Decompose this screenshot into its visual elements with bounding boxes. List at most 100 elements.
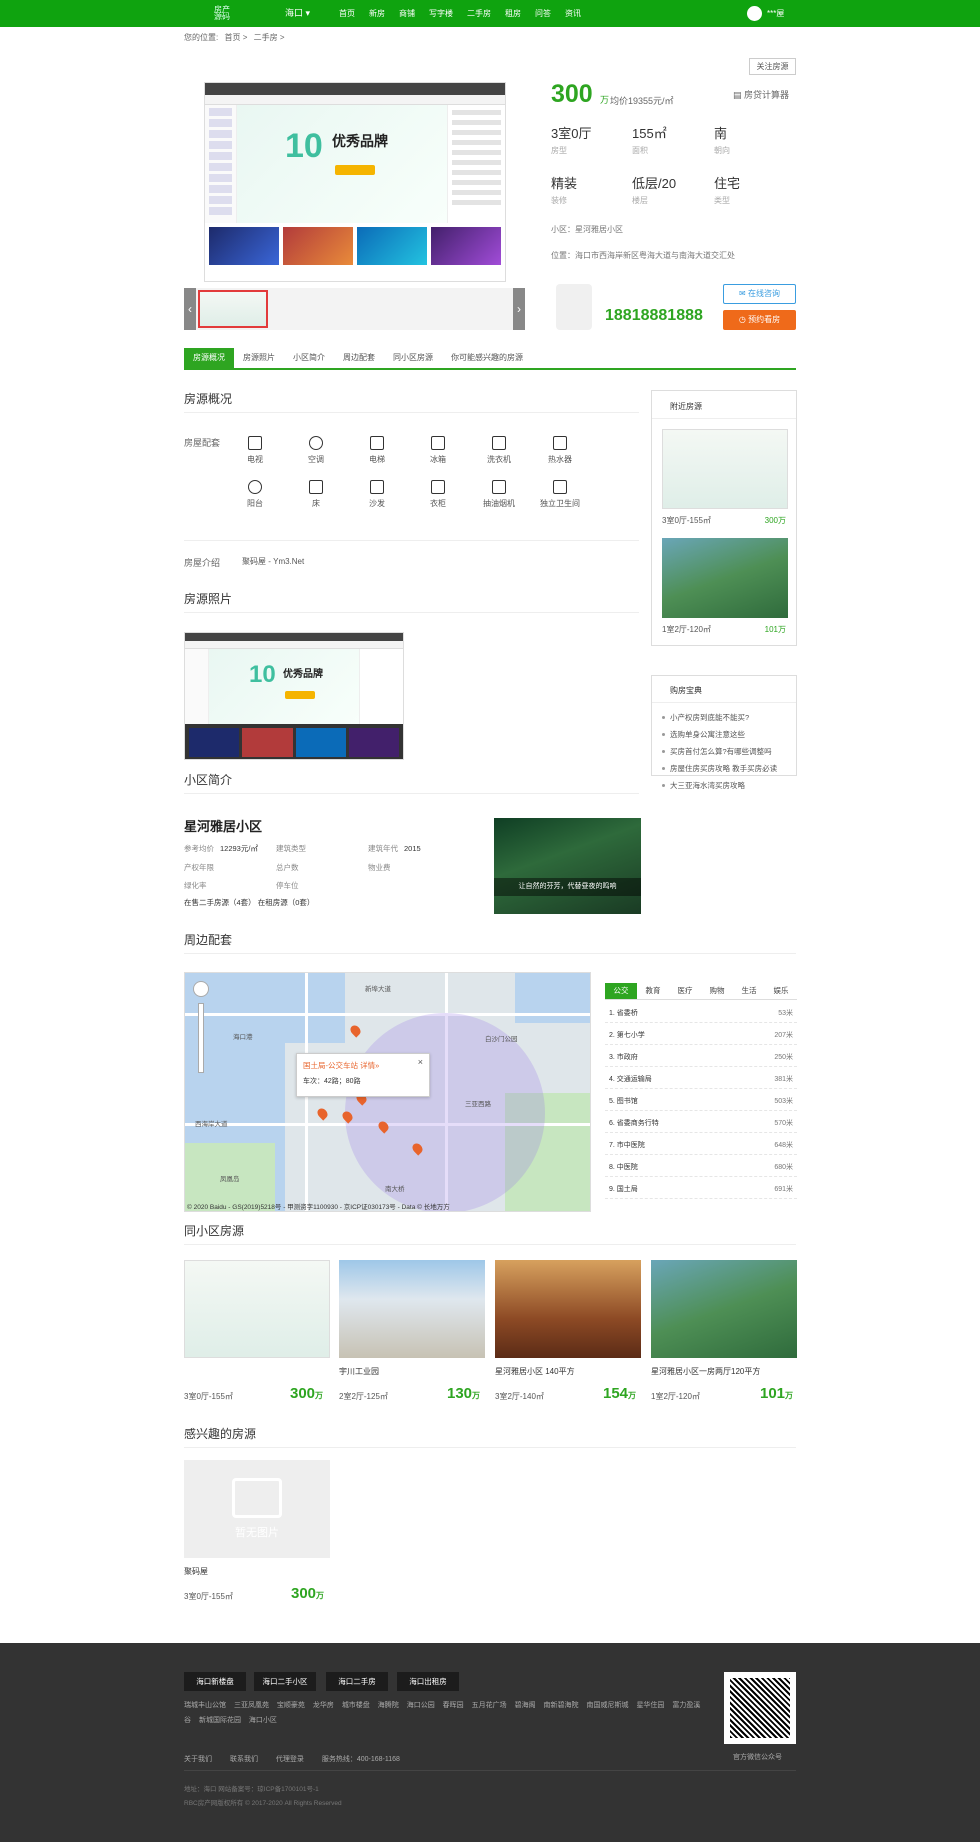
listing-card-image[interactable] bbox=[339, 1260, 485, 1358]
nav-item-offices[interactable]: 写字楼 bbox=[422, 0, 460, 27]
footer-link[interactable]: 碧海阁 bbox=[515, 1702, 536, 1709]
footer-link[interactable]: 南新碧海院 bbox=[544, 1702, 579, 1709]
nav-item-home[interactable]: 首页 bbox=[332, 0, 362, 27]
listing-card-price: 130万 bbox=[447, 1385, 481, 1402]
listing-card-title[interactable]: 星河雅居小区 140平方 bbox=[495, 1366, 575, 1377]
surroundings-map[interactable]: 国土局-公交车站 详情» 车次：42路；80路 × 新埠大道 海口港 白沙门公园… bbox=[184, 972, 591, 1212]
nav-item-new-homes[interactable]: 新房 bbox=[362, 0, 392, 27]
community-name[interactable]: 星河雅居小区 bbox=[184, 816, 262, 835]
breadcrumb-second-hand[interactable]: 二手房 > bbox=[254, 33, 285, 42]
poi-row[interactable]: 7. 市中医院 648米 bbox=[605, 1136, 797, 1155]
listing-community[interactable]: 小区：星河雅居小区 bbox=[551, 224, 623, 235]
footer-link[interactable]: 海口公园 bbox=[407, 1702, 435, 1709]
tab-same-community[interactable]: 同小区房源 bbox=[384, 348, 442, 368]
footer-link[interactable]: 瑞城丰山公馆 bbox=[184, 1702, 226, 1709]
listing-photo[interactable]: 10 优秀品牌 bbox=[184, 632, 404, 760]
footer-link[interactable]: 南国威尼斯城 bbox=[586, 1702, 628, 1709]
mortgage-calculator-link[interactable]: ▤ 房贷计算器 bbox=[733, 88, 789, 101]
tab-photos[interactable]: 房源照片 bbox=[234, 348, 284, 368]
community-image[interactable]: 让自然的芬芳，代替昼夜的鸣响 bbox=[494, 818, 641, 914]
listing-card-image[interactable] bbox=[495, 1260, 641, 1358]
footer-link[interactable]: 宝顺豪苑 bbox=[277, 1702, 305, 1709]
city-selector[interactable]: 海口 ▾ bbox=[285, 0, 310, 27]
map-pan-control[interactable] bbox=[193, 981, 209, 997]
listing-card-title[interactable]: 星河雅居小区一房两厅120平方 bbox=[651, 1366, 760, 1377]
tab-overview[interactable]: 房源概况 bbox=[184, 348, 234, 368]
nav-item-qa[interactable]: 问答 bbox=[528, 0, 558, 27]
poi-row[interactable]: 8. 中医院 680米 bbox=[605, 1158, 797, 1177]
thumb-prev-arrow[interactable]: ‹ bbox=[184, 288, 196, 330]
poi-tab-life[interactable]: 生活 bbox=[733, 983, 765, 999]
listing-card-image[interactable] bbox=[651, 1260, 797, 1358]
listing-card-image[interactable] bbox=[184, 1260, 330, 1358]
poi-row[interactable]: 3. 市政府 250米 bbox=[605, 1048, 797, 1067]
no-image-placeholder[interactable]: 暂无图片 bbox=[184, 1460, 330, 1558]
footer-link[interactable]: 海腾院 bbox=[378, 1702, 399, 1709]
nav-item-second-hand[interactable]: 二手房 bbox=[460, 0, 498, 27]
user-name[interactable]: ***屋 bbox=[767, 0, 784, 27]
poi-tab-medical[interactable]: 医疗 bbox=[669, 983, 701, 999]
tab-surroundings[interactable]: 周边配套 bbox=[334, 348, 384, 368]
poi-row[interactable]: 4. 交通运输局 381米 bbox=[605, 1070, 797, 1089]
contact-link[interactable]: 联系我们 bbox=[230, 1756, 258, 1763]
footer-tag[interactable]: 海口二手小区 bbox=[254, 1672, 316, 1691]
nearby-listing-image[interactable] bbox=[662, 538, 788, 618]
tab-community[interactable]: 小区简介 bbox=[284, 348, 334, 368]
kv-building-year: 建筑年代 2015 bbox=[368, 844, 421, 853]
poi-row[interactable]: 5. 图书馆 503米 bbox=[605, 1092, 797, 1111]
nearby-listing-row[interactable]: 3室0厅-155㎡ 300万 bbox=[652, 515, 796, 526]
nearby-listing-image[interactable] bbox=[662, 429, 788, 509]
community-stock[interactable]: 在售二手房源（4套） 在租房源（0套） bbox=[184, 897, 314, 908]
poi-row[interactable]: 1. 省委桥 53米 bbox=[605, 1004, 797, 1023]
footer-tag[interactable]: 海口出租房 bbox=[397, 1672, 459, 1691]
nav-item-shops[interactable]: 商铺 bbox=[392, 0, 422, 27]
footer-link[interactable]: 新城国际花园 bbox=[199, 1717, 241, 1724]
footer-link[interactable]: 三亚凤凰苑 bbox=[234, 1702, 269, 1709]
nav-item-news[interactable]: 资讯 bbox=[558, 0, 588, 27]
footer-link[interactable]: 城市楼盘 bbox=[342, 1702, 370, 1709]
agent-login-link[interactable]: 代理登录 bbox=[276, 1756, 304, 1763]
follow-button[interactable]: 关注房源 bbox=[749, 58, 796, 75]
guide-item[interactable]: 房屋住房买房攻略 教手买房必读 bbox=[652, 760, 796, 777]
footer-link[interactable]: 海口小区 bbox=[249, 1717, 277, 1724]
about-link[interactable]: 关于我们 bbox=[184, 1756, 212, 1763]
map-zoom-slider[interactable] bbox=[198, 1003, 204, 1073]
footer-tag[interactable]: 海口新楼盘 bbox=[184, 1672, 246, 1691]
footer-link[interactable]: 春晖园 bbox=[443, 1702, 464, 1709]
map-pin-icon[interactable] bbox=[348, 1023, 363, 1038]
poi-row[interactable]: 2. 第七小学 207米 bbox=[605, 1026, 797, 1045]
footer-link[interactable]: 星华住园 bbox=[636, 1702, 664, 1709]
agent-phone[interactable]: 18818881888 bbox=[605, 307, 703, 325]
poi-tab-entertainment[interactable]: 娱乐 bbox=[765, 983, 797, 999]
thumbnail-active[interactable] bbox=[198, 290, 268, 328]
nearby-listing-row[interactable]: 1室2厅-120㎡ 101万 bbox=[652, 624, 796, 635]
footer-link[interactable]: 五月花广场 bbox=[472, 1702, 507, 1709]
user-avatar[interactable] bbox=[747, 6, 762, 21]
site-logo[interactable]: 房产 源码 bbox=[165, 6, 235, 21]
guide-item[interactable]: 选购单身公寓注意这些 bbox=[652, 726, 796, 743]
close-icon[interactable]: × bbox=[418, 1057, 423, 1067]
poi-row[interactable]: 9. 国土局 691米 bbox=[605, 1180, 797, 1199]
poi-tab-bus[interactable]: 公交 bbox=[605, 983, 637, 999]
online-consult-button[interactable]: ✉ 在线咨询 bbox=[723, 284, 796, 304]
main-listing-photo[interactable]: 10 优秀品牌 bbox=[204, 82, 506, 282]
poi-tab-shopping[interactable]: 购物 bbox=[701, 983, 733, 999]
map-pin-icon[interactable] bbox=[315, 1106, 330, 1121]
thumb-next-arrow[interactable]: › bbox=[513, 288, 525, 330]
nav-item-rent[interactable]: 租房 bbox=[498, 0, 528, 27]
map-popup-title[interactable]: 国土局-公交车站 详情» bbox=[303, 1060, 379, 1071]
footer-tag[interactable]: 海口二手房 bbox=[326, 1672, 388, 1691]
listing-card-title[interactable]: 聚码屋 bbox=[184, 1566, 208, 1577]
poi-tab-education[interactable]: 教育 bbox=[637, 983, 669, 999]
footer-link[interactable]: 龙华房 bbox=[313, 1702, 334, 1709]
guide-item[interactable]: 买房首付怎么算?有哪些调整吗 bbox=[652, 743, 796, 760]
photo-banner-text: 优秀品牌 bbox=[332, 133, 388, 149]
guide-item[interactable]: 小产权房到底能不能买? bbox=[652, 709, 796, 726]
poi-row[interactable]: 6. 省委商务行特 570米 bbox=[605, 1114, 797, 1133]
tab-interest[interactable]: 你可能感兴趣的房源 bbox=[442, 348, 532, 368]
listing-card-title[interactable]: 宇川工业园 bbox=[339, 1366, 379, 1377]
fact-layout-label: 房型 bbox=[551, 146, 567, 155]
breadcrumb-home[interactable]: 首页 > bbox=[224, 33, 247, 42]
guide-item[interactable]: 大三亚海水湾买房攻略 bbox=[652, 777, 796, 794]
book-viewing-button[interactable]: ◷ 预约看房 bbox=[723, 310, 796, 330]
